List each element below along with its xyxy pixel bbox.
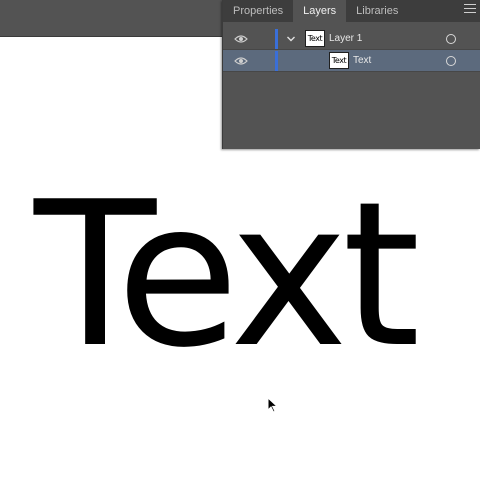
layer-row-text[interactable]: Text Text <box>223 50 480 72</box>
chevron-down-icon[interactable] <box>286 34 296 44</box>
visibility-eye-icon[interactable] <box>234 34 248 44</box>
layer-row-layer-1[interactable]: Text Layer 1 <box>223 28 480 50</box>
layers-panel: Properties Layers Libraries Text Layer 1 <box>222 0 480 149</box>
canvas-text-object[interactable]: Text <box>34 176 420 376</box>
layer-color-bar <box>275 29 278 49</box>
mouse-cursor-icon <box>267 397 279 413</box>
visibility-eye-icon[interactable] <box>234 56 248 66</box>
layers-list: Text Layer 1 Text Text <box>223 22 480 149</box>
hamburger-icon[interactable] <box>464 4 476 14</box>
tab-properties[interactable]: Properties <box>223 0 293 22</box>
layer-thumbnail: Text <box>329 52 349 69</box>
layer-name[interactable]: Layer 1 <box>329 28 362 50</box>
tab-layers[interactable]: Layers <box>293 0 347 22</box>
tab-libraries[interactable]: Libraries <box>346 0 408 22</box>
layer-color-bar <box>275 51 278 71</box>
app-chrome-strip <box>0 0 222 37</box>
target-circle-icon[interactable] <box>446 34 456 44</box>
layer-name[interactable]: Text <box>353 50 371 72</box>
layer-thumbnail: Text <box>305 30 325 47</box>
target-circle-icon[interactable] <box>446 56 456 66</box>
panel-tab-bar: Properties Layers Libraries <box>223 0 480 22</box>
